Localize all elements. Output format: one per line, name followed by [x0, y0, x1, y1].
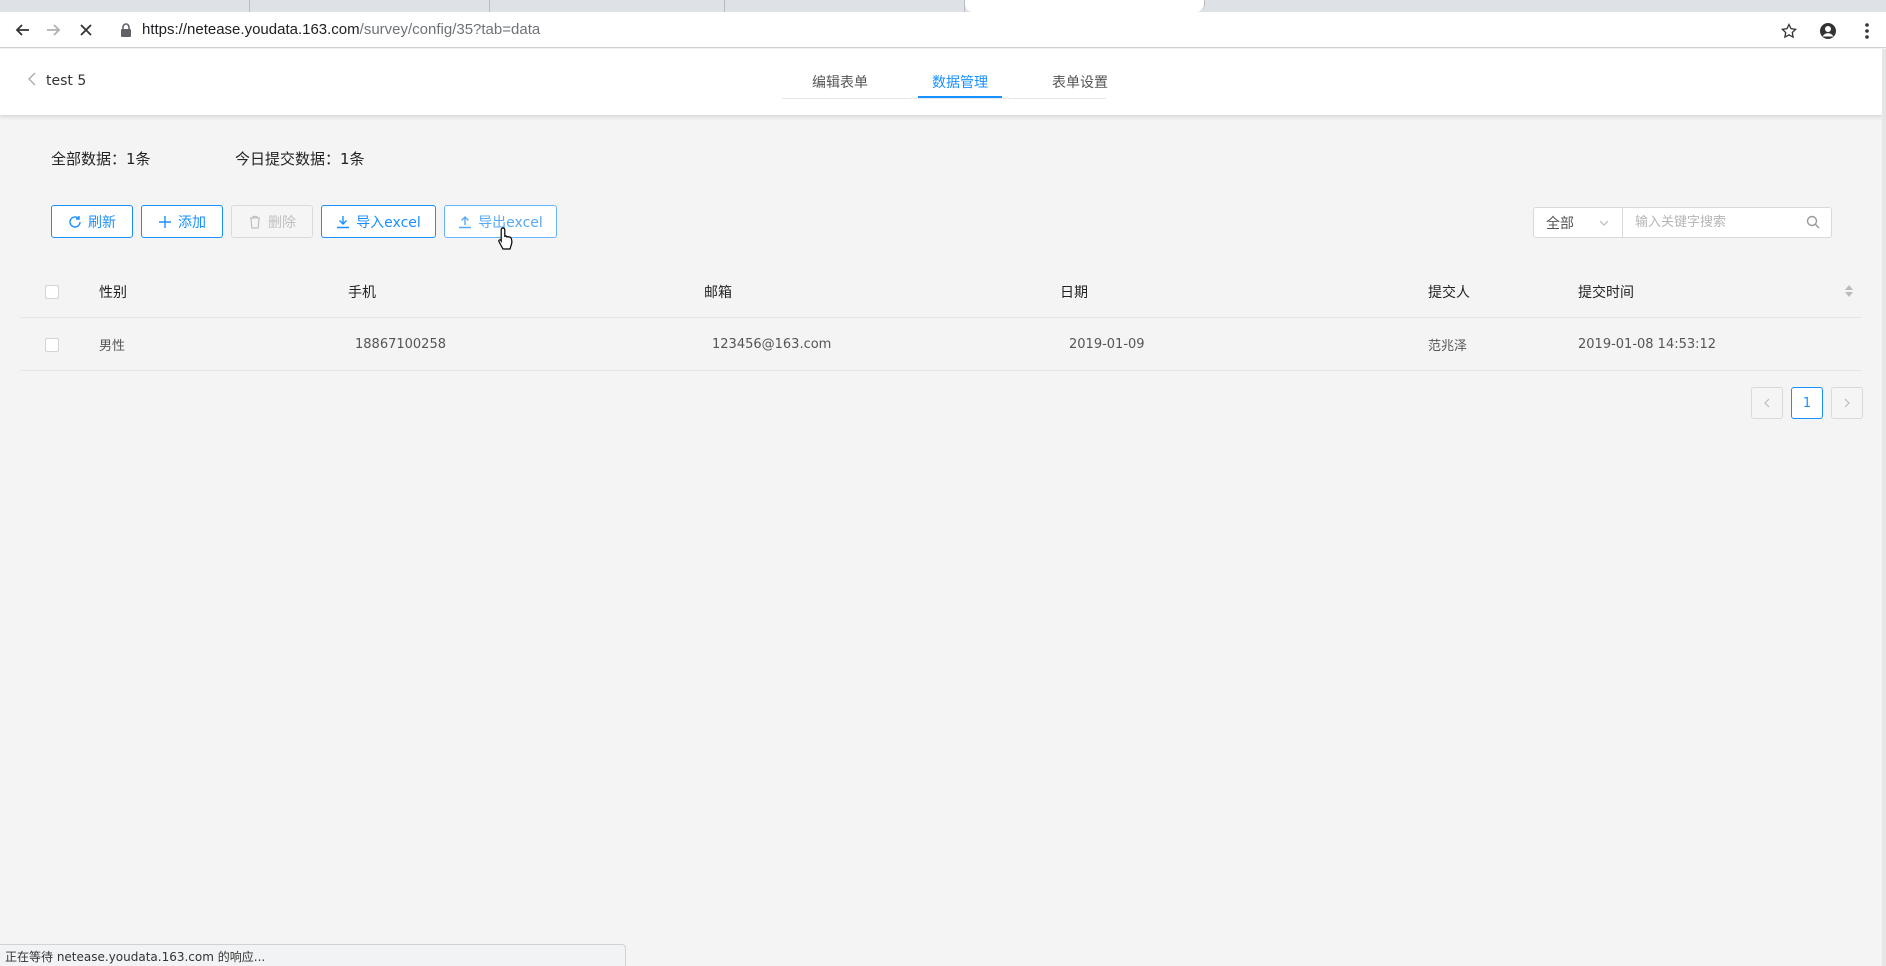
- cell-submit-time: 2019-01-08 14:53:12: [1578, 337, 1717, 352]
- back-arrow-icon[interactable]: [8, 18, 36, 42]
- column-header-phone: 手机: [348, 284, 376, 301]
- next-page-button[interactable]: [1831, 387, 1863, 419]
- column-header-gender: 性别: [99, 284, 127, 301]
- import-excel-button[interactable]: 导入excel: [321, 205, 436, 238]
- select-all-checkbox[interactable]: [45, 285, 59, 299]
- tab-data-management[interactable]: 数据管理: [900, 49, 1020, 115]
- back-link[interactable]: test 5: [28, 71, 86, 90]
- today-count: 今日提交数据：1条: [235, 150, 365, 168]
- address-bar[interactable]: https://netease.youdata.163.com/survey/c…: [142, 21, 540, 38]
- search-icon[interactable]: [1806, 215, 1820, 229]
- main-tabs: 编辑表单 数据管理 表单设置: [780, 49, 1140, 115]
- refresh-label: 刷新: [88, 214, 116, 231]
- data-table: 性别 手机 邮箱 日期 提交人 提交时间 男性 18867100258 1234…: [20, 265, 1862, 371]
- plus-icon: [159, 215, 171, 228]
- forward-arrow-icon[interactable]: [40, 18, 68, 42]
- page-button-current[interactable]: 1: [1791, 387, 1823, 419]
- stop-loading-icon[interactable]: [72, 18, 100, 42]
- sort-icon[interactable]: [1844, 282, 1854, 300]
- tab-edit-form[interactable]: 编辑表单: [780, 49, 900, 115]
- import-label: 导入excel: [356, 214, 421, 231]
- table-row[interactable]: 男性 18867100258 123456@163.com 2019-01-09…: [20, 318, 1862, 371]
- scrollbar[interactable]: [1882, 49, 1886, 966]
- browser-tab[interactable]: [725, 0, 965, 12]
- chevron-left-icon: [1764, 398, 1770, 408]
- total-count: 全部数据：1条: [51, 150, 151, 168]
- scope-select-value: 全部: [1546, 215, 1574, 232]
- add-button[interactable]: 添加: [141, 205, 223, 238]
- browser-status-bar: 正在等待 netease.youdata.163.com 的响应...: [0, 944, 626, 966]
- chevron-right-icon: [1844, 398, 1850, 408]
- delete-label: 删除: [268, 214, 296, 231]
- upload-icon: [459, 215, 472, 228]
- cell-date: 2019-01-09: [1069, 337, 1145, 352]
- menu-icon[interactable]: [1855, 19, 1879, 43]
- tab-form-settings[interactable]: 表单设置: [1020, 49, 1140, 115]
- url-host: https://netease.youdata.163.com: [142, 21, 360, 38]
- browser-tab-active[interactable]: [965, 0, 1205, 12]
- hand-cursor-icon: [498, 227, 513, 250]
- add-label: 添加: [178, 214, 206, 231]
- form-title: test 5: [46, 72, 87, 89]
- download-icon: [337, 215, 350, 228]
- account-icon[interactable]: [1816, 19, 1840, 43]
- tabs-divider: [782, 98, 1106, 99]
- scope-select[interactable]: 全部: [1533, 207, 1623, 238]
- column-header-submit-time: 提交时间: [1578, 284, 1634, 301]
- cell-phone: 18867100258: [355, 337, 446, 352]
- browser-tab-strip: [0, 0, 1886, 12]
- column-header-submitter: 提交人: [1428, 284, 1470, 301]
- cell-submitter: 范兆泽: [1428, 339, 1468, 354]
- row-checkbox[interactable]: [45, 338, 59, 352]
- chevron-left-icon: [28, 71, 36, 90]
- refresh-button[interactable]: 刷新: [51, 205, 133, 238]
- star-icon[interactable]: [1777, 19, 1801, 43]
- browser-tab[interactable]: [490, 0, 725, 12]
- app-header: test 5 编辑表单 数据管理 表单设置: [0, 49, 1882, 115]
- prev-page-button[interactable]: [1751, 387, 1783, 419]
- browser-toolbar: https://netease.youdata.163.com/survey/c…: [0, 12, 1886, 48]
- delete-button[interactable]: 删除: [231, 205, 313, 238]
- browser-tab[interactable]: [250, 0, 490, 12]
- table-header: 性别 手机 邮箱 日期 提交人 提交时间: [20, 265, 1862, 318]
- trash-icon: [250, 215, 260, 229]
- lock-icon: [121, 23, 131, 37]
- search-input[interactable]: [1622, 207, 1832, 238]
- column-header-date: 日期: [1060, 284, 1088, 301]
- cell-email: 123456@163.com: [712, 337, 832, 352]
- refresh-icon: [69, 215, 81, 228]
- url-path: /survey/config/35?tab=data: [359, 21, 541, 38]
- column-header-email: 邮箱: [704, 284, 732, 301]
- chevron-down-icon: [1599, 216, 1609, 229]
- browser-tab[interactable]: [0, 0, 250, 12]
- cell-gender: 男性: [99, 339, 126, 354]
